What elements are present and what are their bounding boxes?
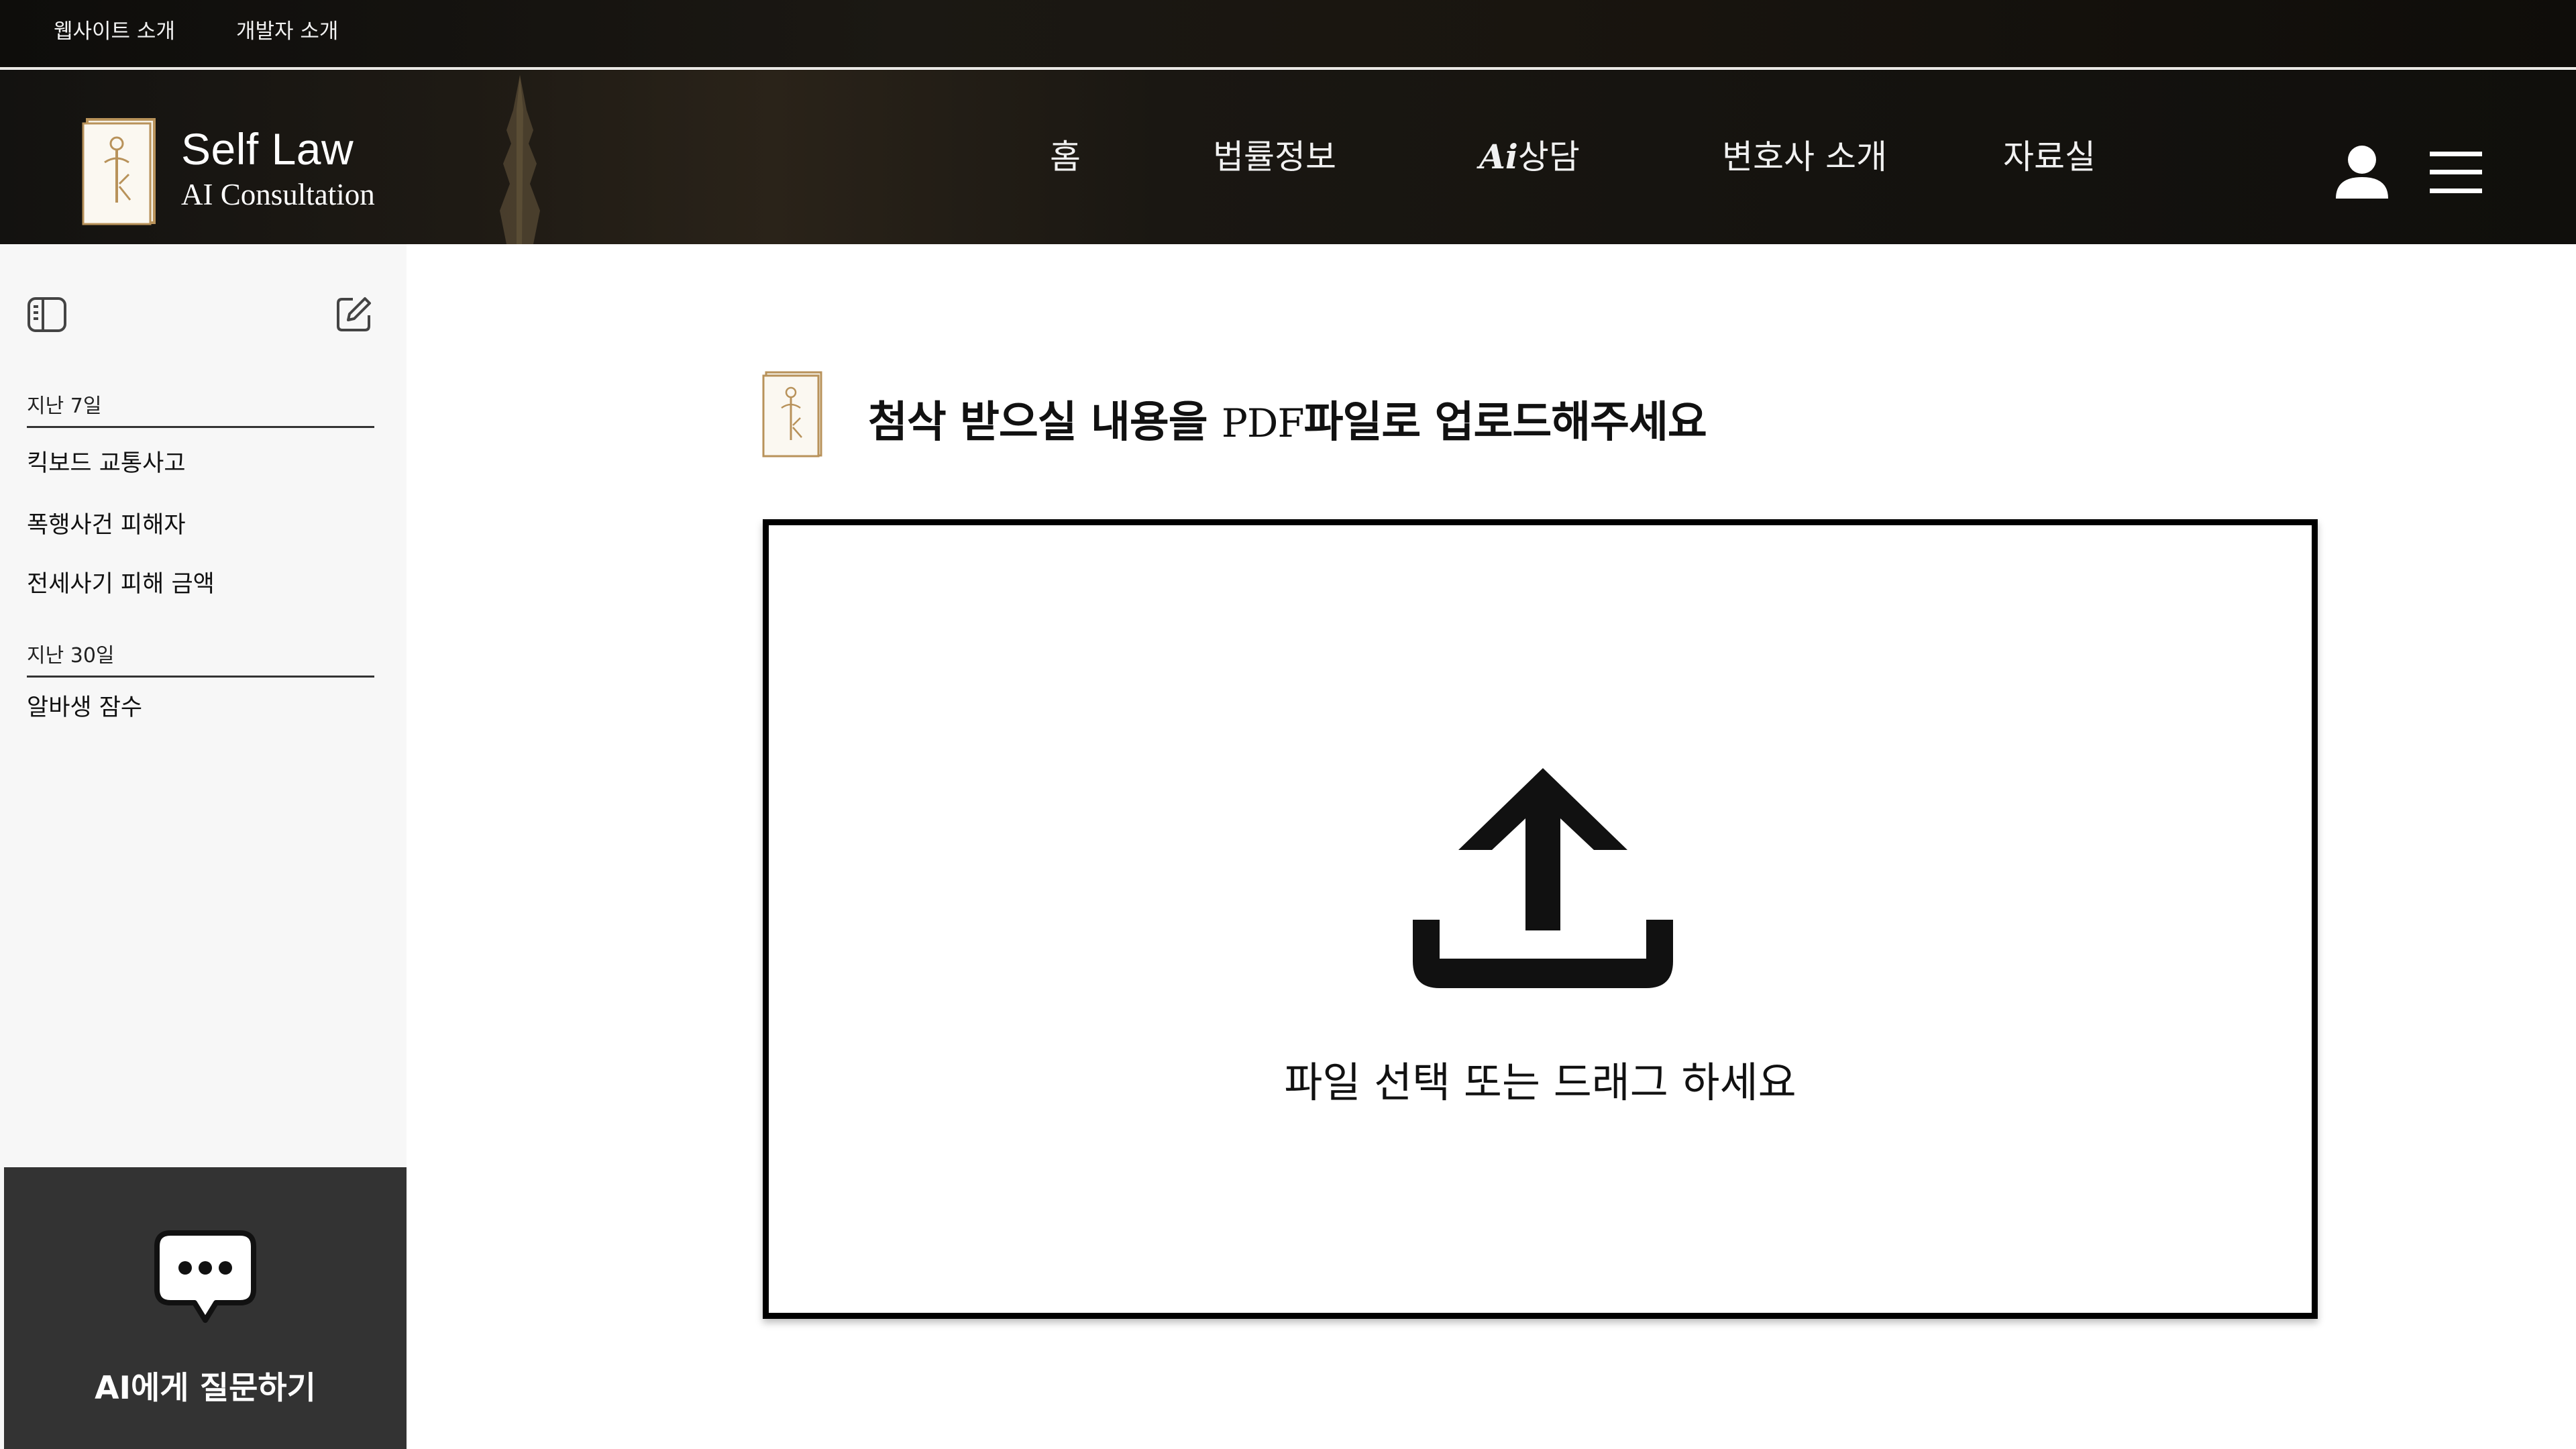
history-item[interactable]: 전세사기 피해 금액 [27, 565, 215, 599]
main-header: Self Law AI Consultation 홈 법률정보 Ai상담 변호사… [0, 70, 2576, 244]
hamburger-menu-icon[interactable] [2430, 152, 2482, 193]
chat-history-sidebar: 지난 7일 킥보드 교통사고 폭행사건 피해자 전세사기 피해 금액 지난 30… [0, 244, 407, 1449]
ask-ai-label: AI에게 질문하기 [95, 1370, 316, 1407]
top-utility-bar: 웹사이트 소개 개발자 소개 [0, 0, 2576, 69]
history-item[interactable]: 폭행사건 피해자 [27, 506, 186, 540]
upload-icon [1413, 768, 1673, 988]
history-item[interactable]: 알바생 잠수 [27, 688, 142, 722]
law-book-logo-icon [762, 371, 822, 458]
page-title-pdf: PDF [1221, 400, 1305, 446]
ai-mark: Ai [1479, 137, 1518, 176]
brand-subtitle: AI Consultation [181, 178, 375, 211]
history-group-7-days: 지난 7일 [27, 389, 374, 428]
nav-home[interactable]: 홈 [1032, 70, 1099, 244]
law-book-logo-icon[interactable] [82, 117, 157, 225]
dropzone-instruction: 파일 선택 또는 드래그 하세요 [1284, 1058, 1796, 1107]
nav-ai-label: 상담 [1517, 138, 1580, 176]
edit-icon[interactable] [335, 295, 373, 333]
page-title-prefix: 첨삭 받으실 내용을 [868, 398, 1222, 447]
nav-ai-consultation[interactable]: Ai상담 [1462, 70, 1597, 244]
history-group-30-days: 지난 30일 [27, 639, 374, 678]
ask-ai-button[interactable]: AI에게 질문하기 [4, 1167, 407, 1449]
chat-bubble-icon [154, 1230, 256, 1323]
user-icon[interactable] [2333, 144, 2391, 199]
nav-lawyer-intro[interactable]: 변호사 소개 [1704, 70, 1905, 244]
developer-about-link[interactable]: 개발자 소개 [236, 0, 338, 67]
nav-legal-info[interactable]: 법률정보 [1194, 70, 1355, 244]
nav-resources[interactable]: 자료실 [1986, 70, 2113, 244]
sidebar-toggle-icon[interactable] [27, 297, 67, 333]
brand-title[interactable]: Self Law [181, 123, 354, 174]
history-item[interactable]: 킥보드 교통사고 [27, 444, 186, 478]
decorative-statue-image [500, 75, 540, 244]
page-title-suffix: 파일로 업로드해주세요 [1303, 398, 1707, 447]
file-dropzone[interactable]: 파일 선택 또는 드래그 하세요 [763, 519, 2318, 1319]
page-title: 첨삭 받으실 내용을 PDF파일로 업로드해주세요 [868, 388, 1707, 449]
website-about-link[interactable]: 웹사이트 소개 [54, 0, 175, 67]
